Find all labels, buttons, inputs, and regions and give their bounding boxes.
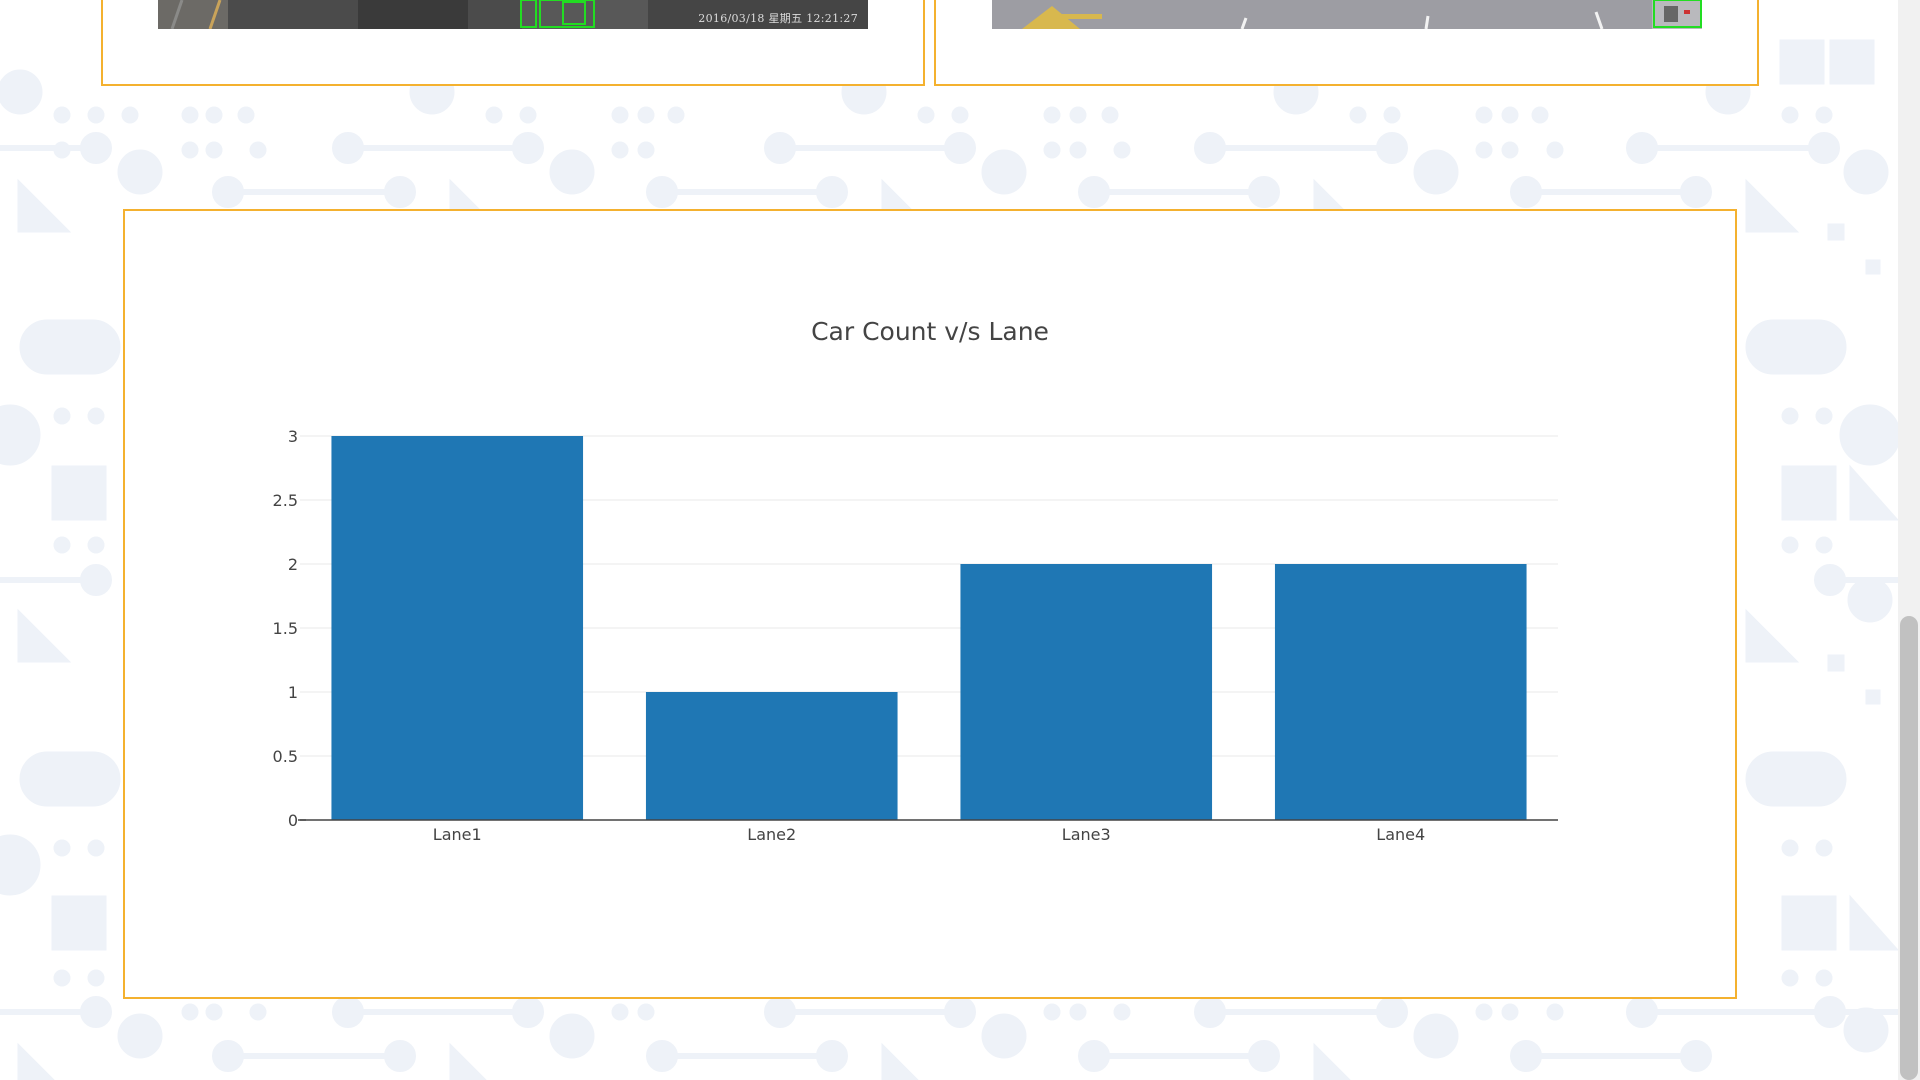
y-tick-label: 1.5 xyxy=(273,619,298,638)
page-scrollbar-thumb[interactable] xyxy=(1900,616,1918,1080)
y-tick-label: 1 xyxy=(288,683,298,702)
y-tick-label: 0.5 xyxy=(273,747,298,766)
chart-x-tick-labels: Lane1 Lane2 Lane3 Lane4 xyxy=(433,825,1425,844)
bar-lane3[interactable] xyxy=(960,564,1213,820)
y-tick-label: 0 xyxy=(288,811,298,830)
bar-lane4[interactable] xyxy=(1274,564,1527,820)
x-tick-label: Lane1 xyxy=(433,825,482,844)
car-count-chart: Car Count v/s Lane 00.511.522.53 Lane1 La… xyxy=(273,317,1558,844)
x-tick-label: Lane4 xyxy=(1376,825,1425,844)
bar-lane1[interactable] xyxy=(331,436,584,820)
chart-title: Car Count v/s Lane xyxy=(811,317,1049,346)
y-tick-label: 2.5 xyxy=(273,491,298,510)
bar-lane2[interactable] xyxy=(645,692,898,820)
y-tick-label: 3 xyxy=(288,427,298,446)
x-tick-label: Lane3 xyxy=(1062,825,1111,844)
y-tick-label: 2 xyxy=(288,555,298,574)
x-tick-label: Lane2 xyxy=(747,825,796,844)
chart-y-tick-labels: 0 0.5 1 1.5 2 2.5 3 xyxy=(273,427,298,830)
